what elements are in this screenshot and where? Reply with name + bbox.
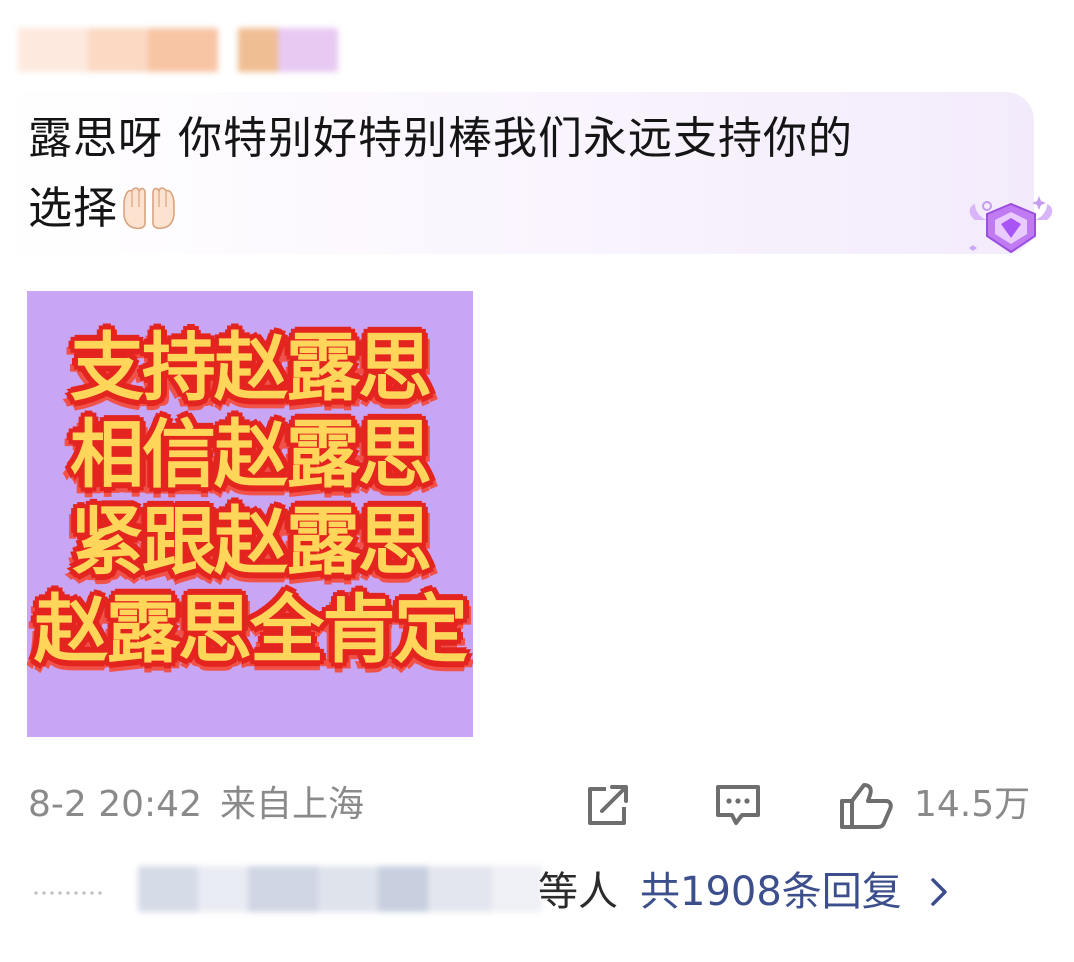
gem-badge-icon <box>969 196 1053 254</box>
thumbs-up-icon[interactable] <box>838 781 894 829</box>
replies-suffix: 等人 <box>538 869 618 915</box>
raising-hands-emoji <box>123 187 175 230</box>
post-image[interactable]: 支持赵露思 相信赵露思 紧跟赵露思 赵露思全肯定 <box>27 291 473 737</box>
username-blurred[interactable] <box>18 28 338 72</box>
comment-line-1: 露思呀 你特别好特别棒我们永远支持你的 <box>28 113 853 164</box>
comment-icon[interactable] <box>712 781 764 829</box>
replier-names-blurred[interactable] <box>138 866 542 912</box>
comment-location: 来自上海 <box>220 784 365 825</box>
like-count: 14.5万 <box>914 784 1031 825</box>
comment-text: 露思呀 你特别好特别棒我们永远支持你的 选择 <box>28 104 968 244</box>
image-slogan-4: 赵露思全肯定 <box>33 586 470 675</box>
image-slogan-1: 支持赵露思 <box>69 324 434 413</box>
image-slogan-2: 相信赵露思 <box>69 411 434 500</box>
comment-line-2: 选择 <box>28 183 118 234</box>
share-icon[interactable] <box>582 781 634 829</box>
replies-link[interactable]: 等人 共1908条回复 <box>538 864 950 920</box>
replies-count[interactable]: 共1908条回复 <box>640 864 902 920</box>
comment-date: 8-2 20:42 <box>28 784 202 825</box>
image-slogan-3: 紧跟赵露思 <box>69 498 434 587</box>
comment-meta: 8-2 20:42 来自上海 <box>28 780 364 830</box>
reply-thread-dots <box>34 891 102 895</box>
chevron-right-icon[interactable] <box>928 876 950 908</box>
